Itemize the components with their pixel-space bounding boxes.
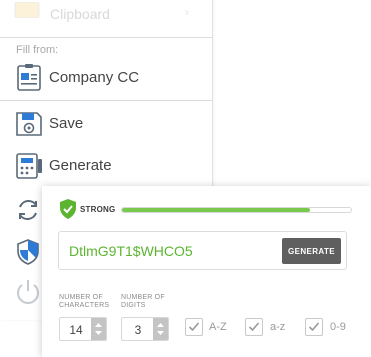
save-menu-item[interactable]: Save — [0, 104, 213, 144]
shield-icon[interactable] — [12, 236, 44, 268]
menu-item-faded-label: Clipboard — [50, 6, 110, 22]
generated-password[interactable]: DtlmG9T1$WHCO5 — [69, 243, 193, 259]
num-digits-value[interactable]: 3 — [122, 323, 154, 337]
fill-from-label: Fill from: — [16, 44, 59, 56]
checkmark-icon — [188, 322, 200, 332]
password-generator-icon — [16, 153, 42, 179]
strength-meter — [121, 207, 352, 213]
sync-icon[interactable] — [12, 194, 44, 226]
divider — [0, 100, 213, 101]
strength-label: STRONG — [80, 205, 116, 214]
shield-check-icon — [60, 199, 76, 219]
num-characters-value[interactable]: 14 — [60, 323, 92, 337]
uppercase-checkbox[interactable] — [185, 318, 203, 336]
generate-button[interactable]: GENERATE — [282, 238, 341, 264]
stepper-arrows-icon[interactable] — [91, 318, 106, 340]
strength-meter-fill — [122, 208, 310, 212]
power-icon[interactable] — [12, 276, 44, 308]
num-digits-label: NUMBER OF DIGITS — [121, 294, 165, 309]
divider — [0, 37, 213, 38]
stepper-arrows-icon[interactable] — [153, 318, 168, 340]
save-label: Save — [49, 115, 84, 132]
num-characters-stepper[interactable]: 14 — [59, 317, 107, 341]
clipboard-icon — [14, 2, 40, 18]
digits-label: 0-9 — [330, 321, 346, 333]
chevron-right-icon: › — [185, 5, 189, 19]
menu-item-faded: Clipboard › — [0, 0, 213, 36]
uppercase-label: A-Z — [209, 321, 227, 333]
num-characters-label: NUMBER OF CHARACTERS — [59, 294, 110, 309]
num-digits-stepper[interactable]: 3 — [121, 317, 169, 341]
generated-password-field[interactable]: DtlmG9T1$WHCO5 GENERATE — [58, 231, 347, 270]
checkmark-icon — [308, 322, 320, 332]
generate-label: Generate — [49, 157, 112, 174]
lowercase-label: a-z — [270, 321, 286, 333]
generate-menu-item[interactable]: Generate — [0, 146, 213, 186]
card-icon — [17, 64, 41, 91]
digits-checkbox[interactable] — [305, 318, 323, 336]
floppy-disk-icon — [16, 112, 42, 136]
fill-from-company-cc[interactable]: Company CC — [0, 58, 213, 98]
lowercase-checkbox[interactable] — [245, 318, 263, 336]
password-generator-card: STRONG DtlmG9T1$WHCO5 GENERATE NUMBER OF… — [42, 186, 371, 357]
checkmark-icon — [248, 322, 260, 332]
company-cc-label: Company CC — [49, 69, 140, 86]
